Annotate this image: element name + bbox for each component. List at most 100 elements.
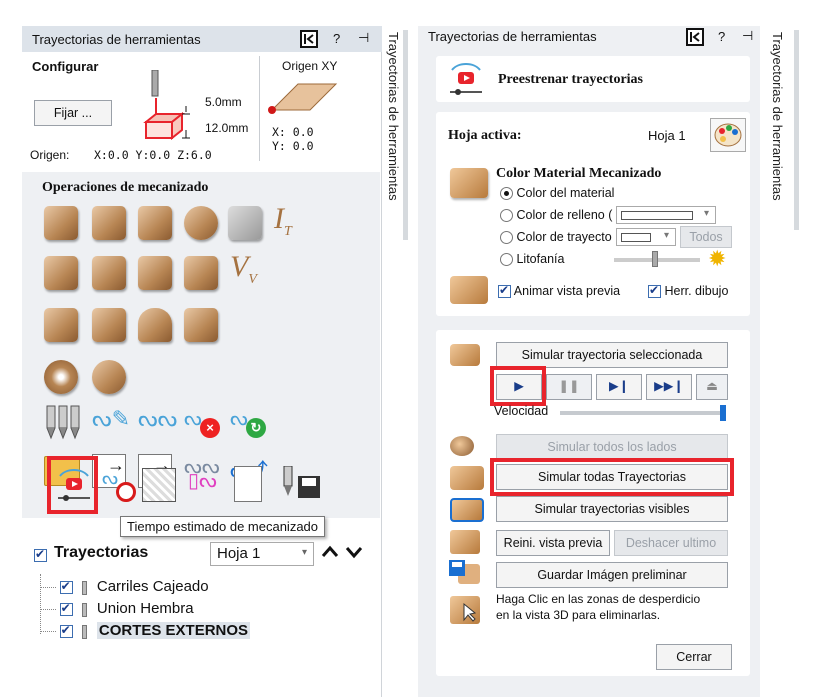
help-icon[interactable]: ? (333, 31, 340, 46)
texture2-op-icon[interactable] (44, 308, 78, 342)
machining-time-icon[interactable]: ᔓ (102, 468, 140, 504)
right-side-tab[interactable]: Trayectorias de herramientas (770, 32, 785, 252)
reset-icon (450, 530, 480, 554)
drilling-op-icon[interactable] (138, 206, 172, 240)
save-image-icon (448, 560, 482, 586)
lithophane-slider[interactable] (614, 251, 700, 267)
fast-forward-button[interactable]: ▶▶❙ (646, 374, 692, 400)
configurar-label: Configurar (32, 59, 99, 74)
sim-sides-icon (450, 436, 474, 456)
collapse-icon[interactable] (300, 30, 318, 48)
simulate-selected-button[interactable]: Simular trayectoria seleccionada (496, 342, 728, 368)
simulate-visible-button[interactable]: Simular trayectorias visibles (496, 496, 728, 522)
left-side-tab[interactable]: Trayectorias de herramientas (386, 32, 401, 252)
sim-selected-icon (450, 344, 480, 366)
step-button[interactable]: ▶❙ (596, 374, 642, 400)
tool-db-icon[interactable] (44, 404, 82, 440)
tree-item[interactable]: CORTES EXTERNOS (40, 622, 340, 642)
toolpath-color-picker[interactable]: ▾ (616, 228, 676, 246)
sim-all-icon (450, 466, 484, 490)
draw-tool-checkbox[interactable]: Herr. dibujo (648, 283, 729, 299)
chevron-down-icon: ▾ (663, 230, 669, 241)
pause-button[interactable]: ❚❚ (546, 374, 592, 400)
right-side-scroll[interactable] (794, 30, 799, 230)
summary-icon[interactable] (234, 466, 262, 502)
radio-material-color[interactable]: Color del material (500, 186, 614, 201)
save-toolpath-icon[interactable] (282, 465, 322, 502)
prism-p-op-icon[interactable] (184, 256, 218, 290)
reset-preview-button[interactable]: Reini. vista previa (496, 530, 610, 556)
quick-engrave-op-icon[interactable] (184, 206, 218, 240)
tree-item[interactable]: Carriles Cajeado (40, 578, 340, 598)
wrap-op-icon[interactable] (184, 308, 218, 342)
move-up-icon[interactable] (320, 542, 340, 566)
sheet-select[interactable]: Hoja 1 ▾ (210, 542, 314, 566)
left-side-scroll[interactable] (403, 30, 408, 240)
origin-plane-icon[interactable] (266, 76, 338, 118)
undo-last-button[interactable]: Deshacer ultimo (614, 530, 728, 556)
fluting-op-icon[interactable] (138, 256, 172, 290)
prism-op-icon[interactable] (92, 256, 126, 290)
copy-toolpath-icon[interactable]: ᔓᔓ (138, 406, 177, 440)
toolpath-checkbox[interactable] (59, 579, 73, 595)
pocket-op-icon[interactable] (92, 206, 126, 240)
vcarve-op-icon[interactable] (44, 256, 78, 290)
profile-op-icon[interactable] (44, 206, 78, 240)
tooltip: Tiempo estimado de mecanizado (120, 516, 326, 537)
all-toolpaths-checkbox[interactable] (34, 547, 47, 563)
job-sheet-icon[interactable]: ▯ᔓ (188, 468, 222, 502)
tree-item[interactable]: Union Hembra (40, 600, 340, 620)
rough-op-icon[interactable] (92, 308, 126, 342)
right-panel-title: Trayectorias de herramientas (428, 29, 597, 44)
dim-top-value: 5.0mm (205, 95, 242, 109)
material-block-icon (142, 69, 202, 141)
fill-color-picker[interactable]: ▾ (616, 206, 716, 224)
origen-xy-label: Origen XY (282, 59, 338, 73)
animate-checkbox[interactable]: Animar vista previa (498, 283, 620, 299)
tool-icon (82, 602, 88, 617)
animate-icon (450, 276, 488, 304)
sun-icon: ✹ (708, 246, 727, 271)
vcarve-v-op-icon[interactable]: VV (230, 250, 257, 288)
delete-toolpath-icon[interactable]: ᔓ × (184, 406, 222, 440)
edit-toolpath-icon[interactable]: ᔓ✎ (92, 406, 130, 440)
save-preview-image-button[interactable]: Guardar Imágen preliminar (496, 562, 728, 588)
sim-visible-icon (450, 498, 484, 522)
help-icon[interactable]: ? (718, 29, 725, 44)
origen-label: Origen: (30, 148, 70, 162)
trayectorias-label: Trayectorias (54, 544, 149, 561)
radio-fill-color[interactable]: Color de relleno ( (500, 208, 612, 223)
vcarve-a-op-icon[interactable] (228, 206, 262, 240)
chevron-down-icon: ▾ (703, 208, 709, 219)
simulate-all-highlight (490, 458, 734, 496)
move-down-icon[interactable] (344, 542, 364, 566)
draw-tool-label: Herr. dibujo (664, 284, 729, 298)
toolpath-name: Carriles Cajeado (96, 578, 209, 595)
speed-slider-thumb[interactable] (720, 405, 726, 421)
close-button[interactable]: Cerrar (656, 644, 732, 670)
recalculate-toolpath-icon[interactable]: ᔓ ↻ (230, 406, 268, 440)
eject-button[interactable]: ⏏ (696, 374, 728, 400)
dome-op-icon[interactable] (92, 360, 126, 394)
pin-icon[interactable]: ⊣ (358, 30, 369, 46)
toolpath-name: Union Hembra (96, 600, 194, 617)
texture-op-icon[interactable]: IT (274, 202, 292, 240)
collapse-icon[interactable] (686, 28, 704, 46)
fast-forward-icon: ▶▶❙ (654, 379, 684, 393)
radio-lithophane[interactable]: Litofanía (500, 252, 564, 267)
palette-button[interactable] (710, 118, 746, 152)
toolpath-checkbox[interactable] (59, 623, 73, 639)
spiral-op-icon[interactable] (44, 360, 78, 394)
origin-divider (259, 56, 260, 161)
radio-toolpath-color[interactable]: Color de trayecto (500, 230, 612, 245)
nesting-icon[interactable] (142, 468, 176, 502)
play-highlight (490, 366, 546, 406)
finish-op-icon[interactable] (138, 308, 172, 342)
pin-icon[interactable]: ⊣ (742, 28, 753, 44)
simulate-all-sides-button[interactable]: Simular todos los lados (496, 434, 728, 460)
toolpath-checkbox[interactable] (59, 601, 73, 617)
right-preview-panel: Trayectorias de herramientas ? ⊣ Preestr… (418, 26, 760, 697)
todos-button[interactable]: Todos (680, 226, 732, 248)
speed-slider[interactable] (560, 405, 726, 421)
fijar-button[interactable]: Fijar ... (34, 100, 112, 126)
